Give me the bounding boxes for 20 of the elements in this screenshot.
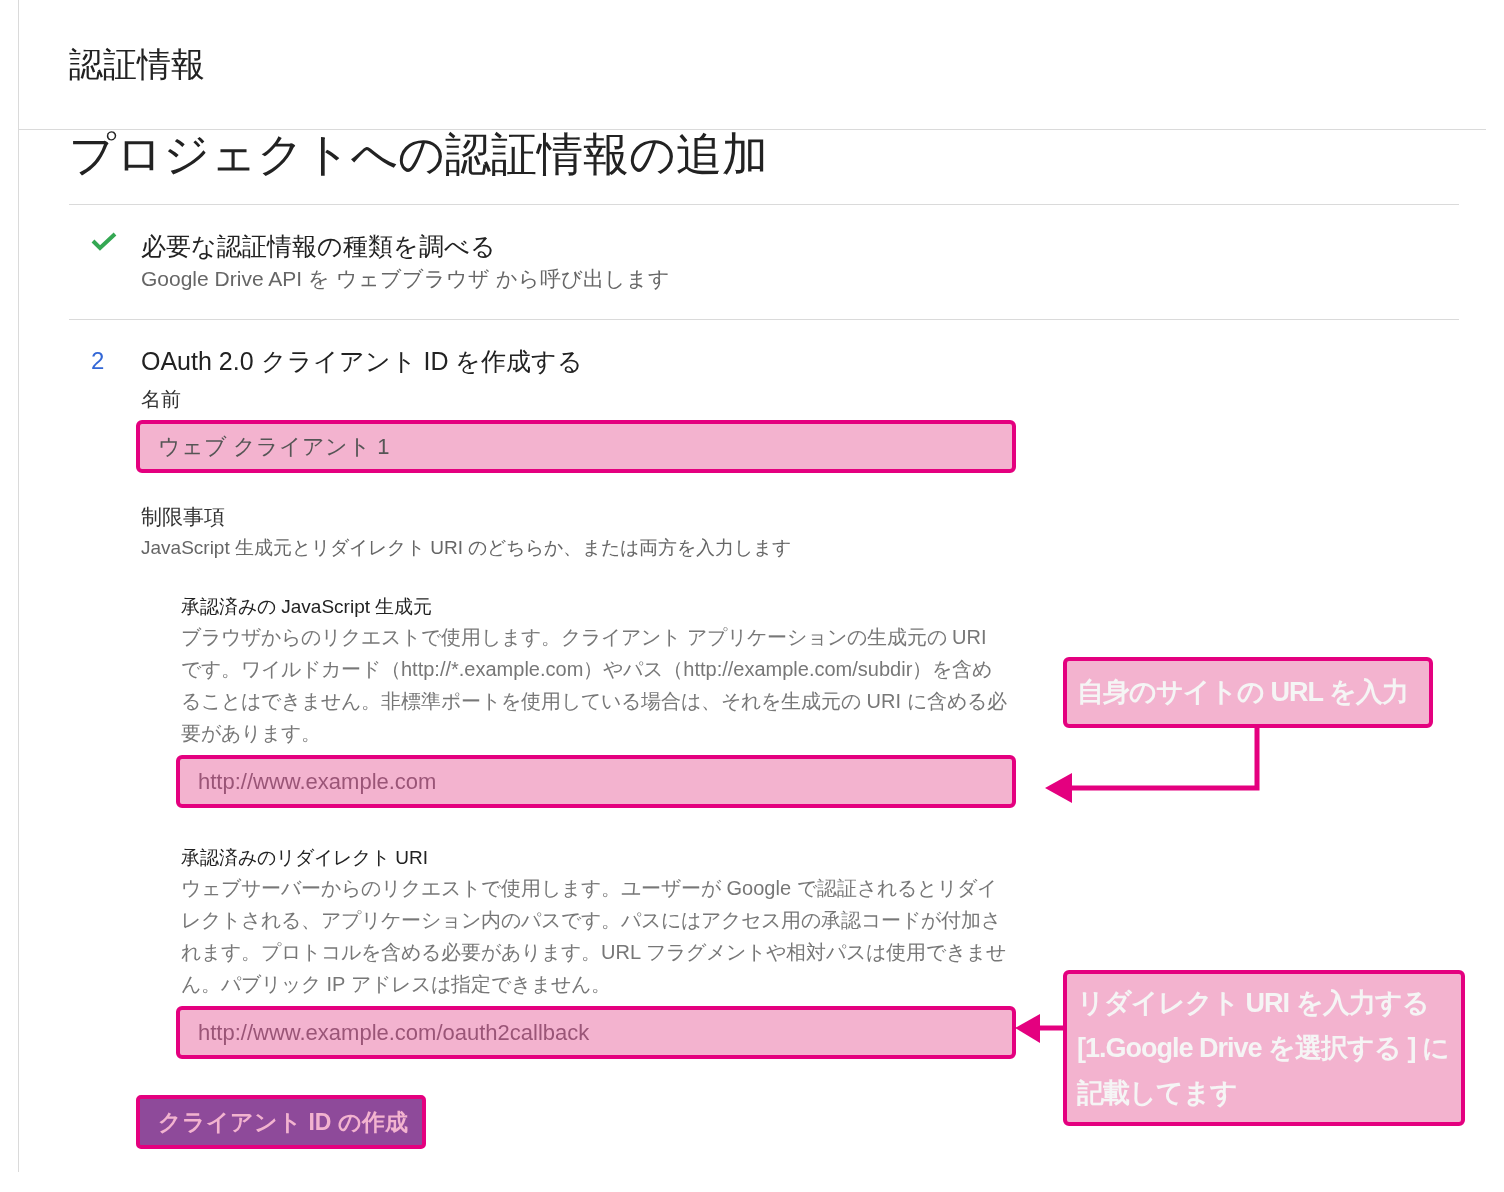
field-label: 承認済みのリダイレクト URI [181, 846, 429, 870]
field-label: 名前 [141, 387, 182, 412]
page-title: プロジェクトへの認証情報の追加 [69, 130, 769, 182]
text-field[interactable]: http://www.example.com/oauth2callback [176, 1006, 1016, 1059]
step-subtitle: Google Drive API を ウェブブラウザ から呼び出します [141, 266, 670, 292]
callout-text: 自身のサイトの URL を入力 [1077, 676, 1409, 709]
text-field[interactable]: ウェブ クライアント 1 [136, 420, 1016, 473]
text-field[interactable]: http://www.example.com [176, 755, 1016, 808]
field-help: ブラウザからのリクエストで使用します。クライアント アプリケーションの生成元の URI です。ワイルドカード（http://*.example.com）やパス（http://example.com/subdir）を含めることはできません。非標準ポートを使用している場合は、それを生成元の URI に含める必要があります。 [181, 625, 1008, 746]
field-help: ウェブサーバーからのリクエストで使用します。ユーザーが Google で認証されるとリダイレクトされる、アプリケーション内のパスです。パスにはアクセス用の承認コードが付加されます。プロトコルを含める必要があります。URL フラグメントや相対パスは使用できません。パブリック IP アドレスは指定できません。 [181, 876, 1007, 997]
section-label: 制限事項 [141, 504, 226, 530]
create-client-id-button[interactable]: クライアント ID の作成 [136, 1095, 426, 1149]
callout-text: リダイレクト URI を入力する [1.Google Drive を選択する ] に 記載してます [1077, 986, 1451, 1110]
checkmark-icon [91, 231, 117, 251]
page-header-title: 認証情報 [69, 44, 206, 85]
section-help: JavaScript 生成元とリダイレクト URI のどちらか、または両方を入力します [141, 536, 793, 560]
step-title: OAuth 2.0 クライアント ID を作成する [141, 346, 584, 377]
step-title: 必要な認証情報の種類を調べる [141, 231, 497, 262]
field-label: 承認済みの JavaScript 生成元 [181, 595, 434, 619]
step-number: 2 [91, 347, 105, 374]
